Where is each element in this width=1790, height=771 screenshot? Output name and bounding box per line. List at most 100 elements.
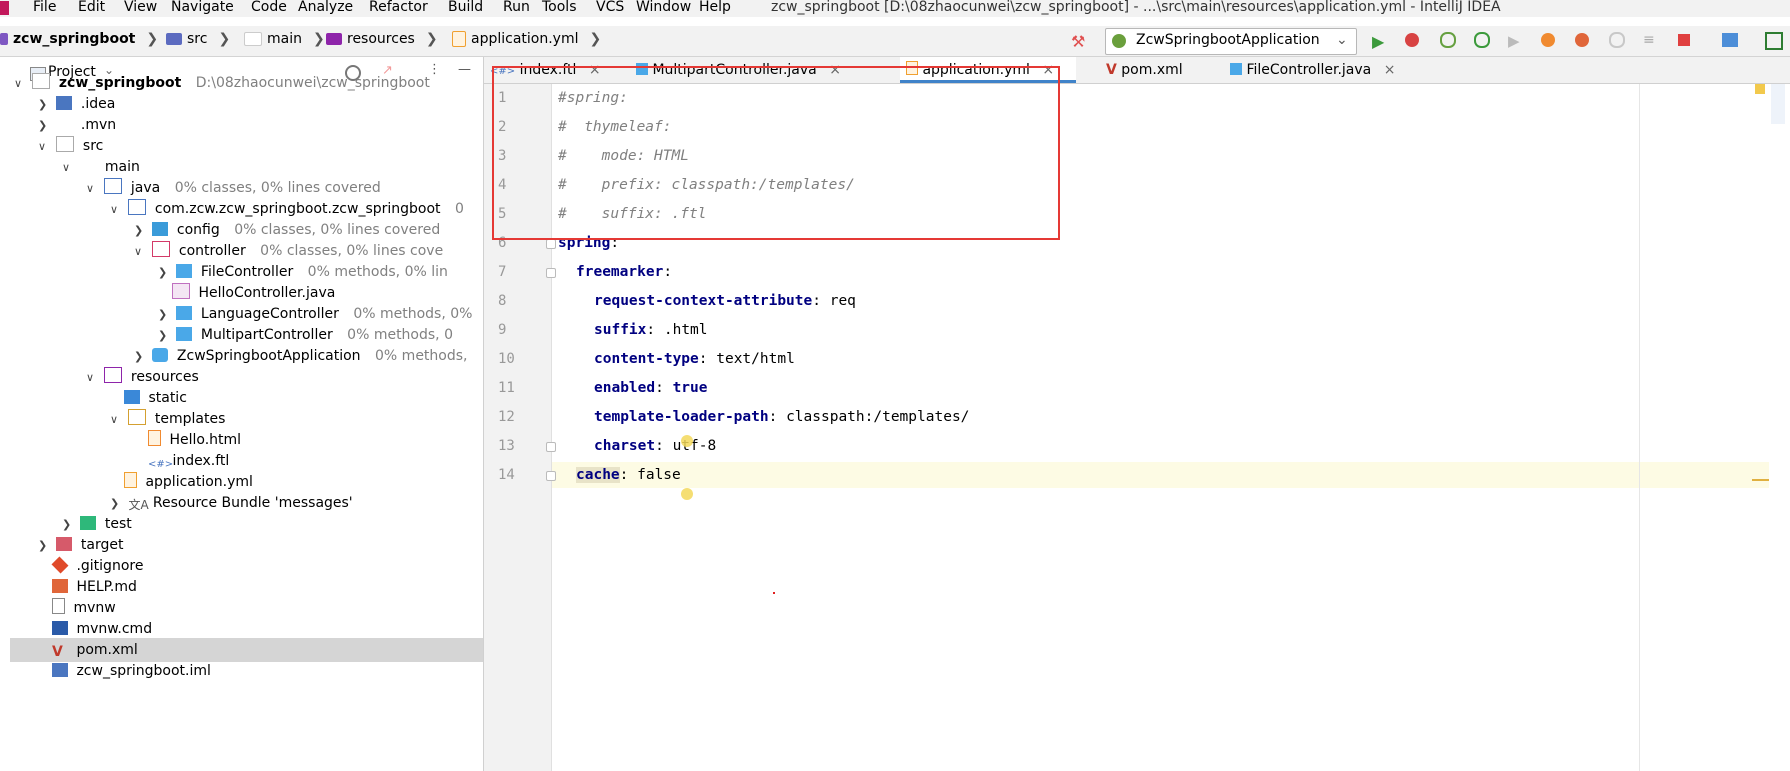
run-configuration-selector[interactable]: ZcwSpringbootApplication ⌄	[1105, 28, 1357, 55]
menu-view[interactable]: View	[124, 0, 157, 15]
source-folder-icon	[104, 178, 123, 194]
chevron-right-icon: ❯	[425, 31, 438, 47]
tree-item-label: HELP.md	[76, 579, 137, 595]
breadcrumb-src[interactable]: src ❯	[166, 31, 230, 47]
line-number: 9	[498, 322, 507, 338]
run-config-label: ZcwSpringbootApplication	[1136, 32, 1320, 48]
project-structure-icon[interactable]	[1722, 33, 1738, 47]
tree-item-label: pom.xml	[76, 642, 138, 658]
menu-bar: File Edit View Navigate Code Analyze Ref…	[0, 0, 1790, 17]
tree-item-resource-bundle[interactable]: ❯ 文A Resource Bundle 'messages'	[110, 491, 353, 515]
inspection-status-icon[interactable]	[1755, 84, 1765, 94]
html-file-icon	[148, 430, 161, 446]
debug-icon[interactable]	[1405, 33, 1419, 47]
profile-icon[interactable]	[1474, 32, 1490, 48]
attach-icon[interactable]	[1541, 33, 1555, 47]
menu-code[interactable]: Code	[251, 0, 287, 15]
tab-pom-xml[interactable]: V pom.xml	[1100, 57, 1214, 83]
line-number: 11	[498, 380, 515, 396]
fold-icon[interactable]	[546, 239, 556, 249]
tree-item-label: controller	[178, 243, 246, 259]
yaml-value: classpath:/templates/	[777, 409, 970, 425]
yaml-value: text/html	[707, 351, 795, 367]
class-icon	[176, 306, 193, 320]
tree-item-label: zcw_springboot	[58, 75, 182, 91]
tab-filecontroller[interactable]: FileController.java ×	[1224, 57, 1434, 83]
yaml-key: charset	[594, 438, 656, 454]
menu-edit[interactable]: Edit	[78, 0, 105, 15]
resources-folder-icon	[326, 33, 342, 45]
menu-help[interactable]: Help	[699, 0, 731, 15]
tree-item-label: templates	[154, 411, 226, 427]
menu-refactor[interactable]: Refactor	[369, 0, 428, 15]
fold-icon[interactable]	[546, 268, 556, 278]
chevron-down-icon: ⌄	[1336, 32, 1348, 48]
chevron-down-icon: ∨	[86, 371, 95, 384]
build-hammer-icon[interactable]: ⚒	[1071, 32, 1087, 51]
scroll-map[interactable]	[1771, 84, 1785, 124]
menu-window[interactable]: Window	[636, 0, 691, 15]
history-icon[interactable]	[1609, 32, 1625, 48]
tree-item-label: .idea	[80, 96, 116, 112]
code-line-14: cache: false	[576, 467, 681, 483]
yaml-key: cache	[576, 467, 620, 483]
folder-icon	[166, 33, 182, 45]
folder-icon	[56, 136, 75, 152]
breadcrumb-main[interactable]: main ❯	[244, 31, 325, 47]
close-icon[interactable]: ×	[1384, 62, 1396, 78]
lightbulb-icon[interactable]	[681, 435, 693, 447]
chevron-right-icon: ❯	[146, 31, 159, 47]
terminal-icon[interactable]	[1765, 32, 1783, 50]
breadcrumb-label: zcw_springboot	[13, 31, 136, 47]
tree-item-label: static	[148, 390, 187, 406]
tree-item-coverage: 0% classes, 0% lines covered	[234, 222, 441, 238]
run-disabled-icon[interactable]: ▶	[1508, 32, 1524, 50]
step-icon[interactable]: ≡	[1643, 32, 1659, 48]
web-folder-icon	[124, 390, 140, 404]
menu-analyze[interactable]: Analyze	[298, 0, 353, 15]
yaml-key: enabled	[594, 380, 656, 396]
line-number: 13	[498, 438, 515, 454]
module-folder-icon	[32, 73, 51, 89]
fold-end-icon[interactable]	[546, 442, 556, 452]
java-file-icon	[172, 283, 190, 299]
yaml-value: true	[663, 380, 708, 396]
stop-icon[interactable]	[1678, 34, 1690, 46]
hide-panel-icon[interactable]: —	[458, 62, 471, 77]
tree-item-coverage: 0% methods, 0%	[353, 306, 473, 322]
menu-run[interactable]: Run	[503, 0, 530, 15]
yaml-file-icon	[452, 31, 466, 47]
fold-end-icon[interactable]	[546, 471, 556, 481]
breadcrumb-project[interactable]: zcw_springboot ❯	[0, 31, 158, 47]
line-number: 14	[498, 467, 515, 483]
tree-item-coverage: 0% classes, 0% lines covered	[174, 180, 381, 196]
yaml-key: suffix	[594, 322, 647, 338]
menu-tools[interactable]: Tools	[542, 0, 577, 15]
tree-item-label: FileController	[200, 264, 294, 280]
line-number: 8	[498, 293, 507, 309]
menu-vcs[interactable]: VCS	[596, 0, 624, 15]
menu-build[interactable]: Build	[448, 0, 483, 15]
tree-item-label: resources	[130, 369, 199, 385]
tree-item-label: Hello.html	[169, 432, 242, 448]
menu-navigate[interactable]: Navigate	[171, 0, 234, 15]
chevron-right-icon: ❯	[589, 31, 602, 47]
coverage-icon[interactable]	[1440, 32, 1456, 48]
chevron-down-icon: ∨	[86, 182, 95, 195]
tree-item-label: index.ftl	[172, 453, 230, 469]
tree-item-label: HelloController.java	[198, 285, 336, 301]
lightbulb-icon[interactable]	[681, 488, 693, 500]
tree-item-iml[interactable]: zcw_springboot.iml	[52, 659, 211, 683]
tree-item-label: com.zcw.zcw_springboot.zcw_springboot	[154, 201, 441, 217]
tree-item-coverage: 0% methods, 0% lin	[307, 264, 448, 280]
breadcrumb-file[interactable]: application.yml ❯	[452, 31, 601, 47]
menu-file[interactable]: File	[33, 0, 56, 15]
scroll-marker	[1752, 479, 1769, 481]
tree-item-label: zcw_springboot.iml	[76, 663, 211, 679]
rerun-icon[interactable]	[1575, 33, 1589, 47]
chevron-down-icon: ∨	[14, 77, 23, 90]
yaml-key: request-context-attribute	[594, 293, 813, 309]
breadcrumb-resources[interactable]: resources ❯	[326, 31, 438, 47]
run-icon[interactable]: ▶	[1372, 32, 1388, 51]
idea-folder-icon	[56, 96, 73, 110]
